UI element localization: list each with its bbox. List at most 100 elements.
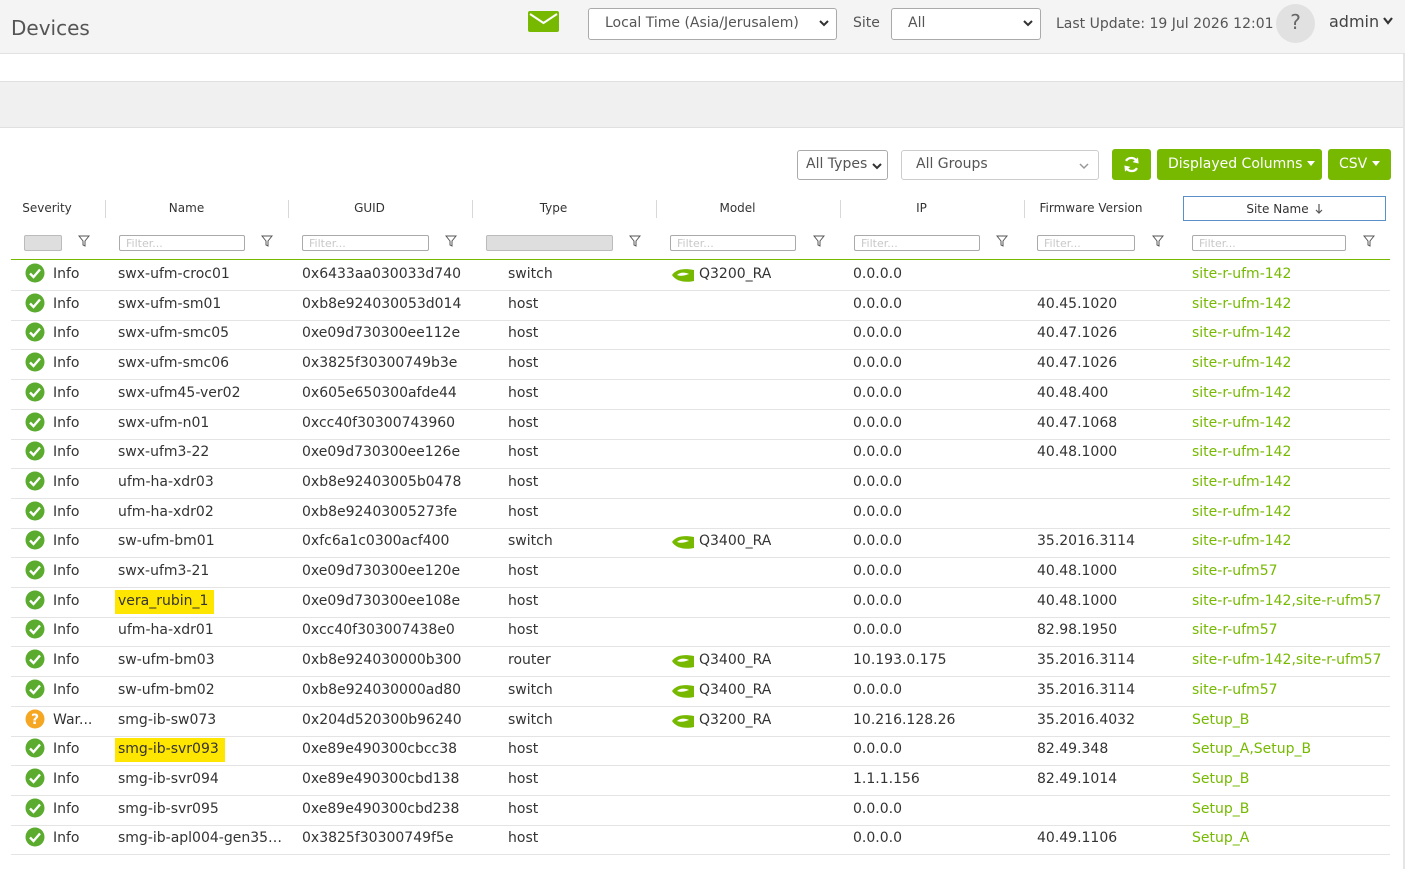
severity-cell: Info (53, 800, 80, 817)
ip-filter-input[interactable]: Filter... (854, 235, 980, 251)
ip-cell: 0.0.0.0 (853, 355, 902, 372)
column-header-firmware[interactable]: Firmware Version (1025, 193, 1157, 224)
chevron-down-icon (1383, 17, 1393, 25)
type-cell: switch (508, 266, 553, 282)
table-row[interactable]: Info swx-ufm-smc05 0xe09d730300ee112e host 0… (11, 320, 1390, 351)
toolbar-band (0, 81, 1405, 128)
check-circle-icon (25, 798, 45, 818)
user-menu[interactable]: admin (1329, 12, 1393, 31)
table-row[interactable]: Info vera_rubin_1 0xe09d730300ee108e host 0.… (11, 588, 1390, 618)
type-cell: host (508, 325, 539, 342)
table-row[interactable]: Info ufm-ha-xdr03 0xb8e92403005b0478 host 0.… (11, 469, 1390, 499)
firmware-filter-input[interactable]: Filter... (1037, 235, 1135, 251)
model-cell: Q3200_RA (699, 266, 772, 282)
guid-filter-input[interactable]: Filter... (302, 235, 429, 251)
types-filter-select[interactable]: All Types (797, 150, 888, 180)
type-cell: host (508, 770, 539, 787)
ip-cell: 0.0.0.0 (853, 563, 902, 579)
site-name-link[interactable]: Setup_A,Setup_B (1192, 741, 1311, 757)
column-header-site-name[interactable]: Site Name (1183, 196, 1386, 221)
table-row[interactable]: Info swx-ufm-smc06 0x3825f30300749b3e host 0… (11, 350, 1390, 381)
filter-funnel-icon[interactable] (996, 235, 1008, 247)
site-name-link[interactable]: site-r-ufm-142 (1192, 355, 1291, 371)
site-name-link[interactable]: site-r-ufm-142 (1192, 266, 1291, 282)
name-cell: vera_rubin_1 (115, 589, 215, 614)
table-row[interactable]: Info swx-ufm-croc01 0x6433aa030033d740 swit… (11, 261, 1390, 291)
model-filter-input[interactable]: Filter... (670, 235, 796, 251)
site-select[interactable]: All (891, 8, 1041, 40)
site-name-link[interactable]: site-r-ufm57 (1192, 682, 1278, 698)
table-row[interactable]: Info smg-ib-apl004-gen35d... 0x3825f303007… (11, 825, 1390, 856)
site-name-link[interactable]: site-r-ufm-142 (1192, 415, 1291, 431)
severity-filter[interactable] (24, 235, 62, 251)
timezone-select[interactable]: Local Time (Asia/Jerusalem) (588, 8, 837, 40)
table-row[interactable]: ? War... smg-ib-sw073 0x204d520300b96240 swi… (11, 707, 1390, 737)
table-row[interactable]: Info swx-ufm-n01 0xcc40f30300743960 host 0.0… (11, 410, 1390, 440)
table-row[interactable]: Info sw-ufm-bm03 0xb8e924030000b300 router Q… (11, 647, 1390, 678)
site-name-link[interactable]: Setup_B (1192, 771, 1249, 787)
refresh-button[interactable] (1112, 149, 1151, 180)
site-name-link[interactable]: Setup_B (1192, 801, 1249, 817)
type-cell: host (508, 503, 539, 520)
site-name-link[interactable]: site-r-ufm-142 (1192, 504, 1291, 520)
severity-cell: Info (53, 266, 80, 282)
site-name-link[interactable]: site-r-ufm-142,site-r-ufm57 (1192, 593, 1381, 609)
displayed-columns-button[interactable]: Displayed Columns (1157, 149, 1322, 180)
groups-filter-select[interactable]: All Groups (901, 150, 1099, 180)
column-header-ip[interactable]: IP (841, 193, 1002, 224)
mail-icon[interactable] (528, 11, 559, 32)
site-name-link[interactable]: site-r-ufm-142 (1192, 444, 1291, 460)
filter-funnel-icon[interactable] (445, 235, 457, 247)
site-name-link[interactable]: Setup_B (1192, 712, 1249, 728)
table-row[interactable]: Info smg-ib-svr094 0xe89e490300cbd138 host 1… (11, 766, 1390, 796)
table-row[interactable]: Info smg-ib-svr095 0xe89e490300cbd238 host 0… (11, 796, 1390, 826)
guid-cell: 0xe89e490300cbcc38 (302, 741, 458, 758)
table-row[interactable]: Info sw-ufm-bm01 0xfc6a1c0300acf400 switch Q… (11, 528, 1390, 559)
refresh-icon (1124, 156, 1139, 173)
site-name-link[interactable]: site-r-ufm-142,site-r-ufm57 (1192, 652, 1381, 668)
site-name-link[interactable]: site-r-ufm57 (1192, 622, 1278, 638)
name-cell: ufm-ha-xdr02 (118, 503, 214, 520)
column-header-type[interactable]: Type (473, 193, 634, 224)
site-name-link[interactable]: site-r-ufm-142 (1192, 325, 1291, 341)
check-circle-icon (25, 827, 45, 847)
site-name-link[interactable]: site-r-ufm57 (1192, 563, 1278, 579)
type-cell: host (508, 295, 539, 312)
table-row[interactable]: Info ufm-ha-xdr02 0xb8e92403005273fe host 0.… (11, 499, 1390, 529)
column-header-name[interactable]: Name (106, 193, 267, 224)
filter-funnel-icon[interactable] (813, 235, 825, 247)
table-row[interactable]: Info sw-ufm-bm02 0xb8e924030000ad80 switch Q… (11, 677, 1390, 707)
table-row[interactable]: Info swx-ufm-sm01 0xb8e924030053d014 host 0.… (11, 291, 1390, 321)
site-name-link[interactable]: site-r-ufm-142 (1192, 296, 1291, 312)
severity-cell: Info (53, 384, 80, 401)
filter-funnel-icon[interactable] (1152, 235, 1164, 247)
table-row[interactable]: Info swx-ufm45-ver02 0x605e650300afde44 hos… (11, 380, 1390, 410)
guid-cell: 0xcc40f303007438e0 (302, 622, 455, 639)
type-filter[interactable] (486, 235, 613, 251)
name-cell: smg-ib-svr094 (118, 770, 219, 787)
site-name-link[interactable]: site-r-ufm-142 (1192, 533, 1291, 549)
name-filter-input[interactable]: Filter... (119, 235, 245, 251)
filter-funnel-icon[interactable] (1363, 235, 1375, 247)
help-button[interactable]: ? (1276, 4, 1315, 43)
column-header-guid[interactable]: GUID (289, 193, 450, 224)
table-row[interactable]: Info swx-ufm3-22 0xe09d730300ee126e host 0.0… (11, 439, 1390, 470)
severity-cell: Info (53, 473, 80, 490)
table-row[interactable]: Info ufm-ha-xdr01 0xcc40f303007438e0 host 0.… (11, 617, 1390, 648)
severity-cell: Info (53, 592, 80, 609)
check-circle-icon (25, 412, 45, 431)
filter-funnel-icon[interactable] (261, 235, 273, 247)
column-header-model[interactable]: Model (657, 193, 818, 224)
filter-funnel-icon[interactable] (78, 235, 90, 247)
csv-export-button[interactable]: CSV (1328, 149, 1391, 180)
table-row[interactable]: Info smg-ib-svr093 0xe89e490300cbcc38 host 0… (11, 736, 1390, 767)
nvidia-logo-icon (670, 681, 696, 700)
chevron-down-icon (1079, 163, 1089, 170)
filter-funnel-icon[interactable] (629, 235, 641, 247)
site-name-link[interactable]: Setup_A (1192, 830, 1249, 846)
site-filter-input[interactable]: Filter... (1192, 235, 1346, 251)
site-name-link[interactable]: site-r-ufm-142 (1192, 385, 1291, 401)
site-name-link[interactable]: site-r-ufm-142 (1192, 474, 1291, 490)
column-header-severity[interactable]: Severity (11, 193, 83, 224)
table-row[interactable]: Info swx-ufm3-21 0xe09d730300ee120e host 0.0… (11, 558, 1390, 588)
